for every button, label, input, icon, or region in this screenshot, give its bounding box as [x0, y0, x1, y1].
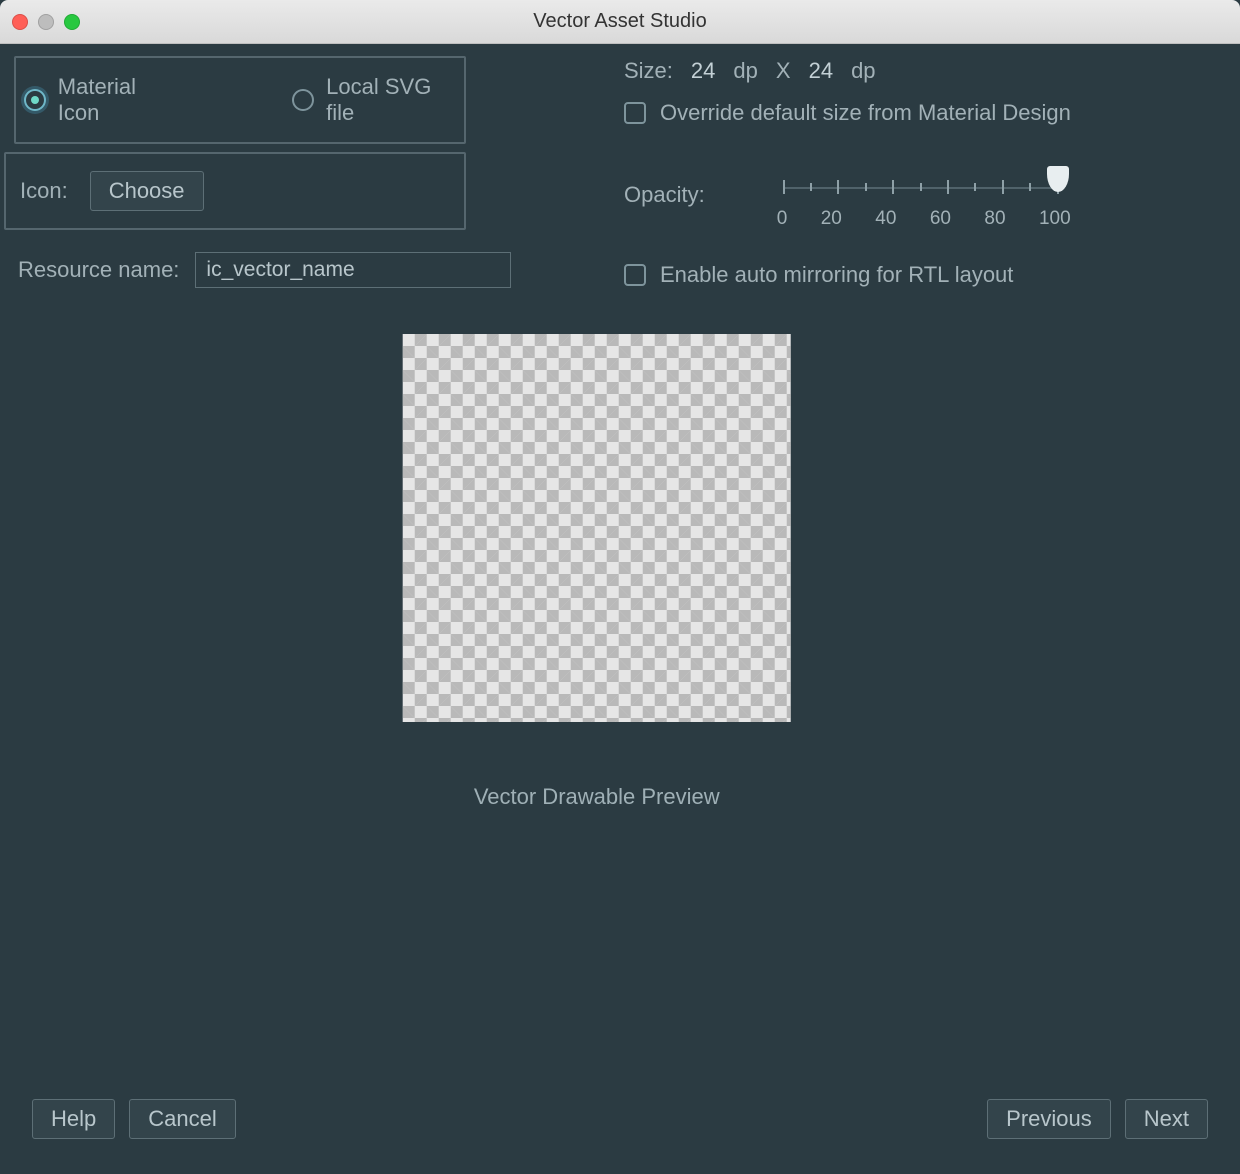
help-button[interactable]: Help	[32, 1099, 115, 1139]
preview-caption: Vector Drawable Preview	[403, 784, 791, 810]
radio-svg-label: Local SVG file	[326, 74, 464, 126]
slider-labels: 0 20 40 60 80 100	[777, 208, 1071, 230]
override-size-checkbox[interactable]	[624, 102, 646, 124]
slider-ticks	[783, 180, 1059, 194]
radio-local-svg[interactable]: Local SVG file	[292, 74, 464, 126]
preview-canvas	[403, 334, 791, 722]
resource-name-row: Resource name:	[18, 252, 511, 288]
radio-circle-icon	[24, 89, 46, 111]
radio-material-icon[interactable]: Material Icon	[24, 74, 182, 126]
resource-name-label: Resource name:	[18, 257, 179, 283]
size-label: Size:	[624, 58, 673, 84]
tick-100: 100	[1039, 208, 1071, 230]
size-unit1: dp	[733, 58, 757, 84]
radio-material-label: Material Icon	[58, 74, 183, 126]
icon-choose-group: Icon: Choose	[4, 152, 466, 230]
override-size-row: Override default size from Material Desi…	[624, 100, 1094, 126]
size-sep: X	[776, 58, 791, 84]
resource-name-input[interactable]	[195, 252, 511, 288]
titlebar: Vector Asset Studio	[0, 0, 1240, 44]
opacity-slider[interactable]: 0 20 40 60 80 100	[783, 174, 1059, 230]
override-size-label: Override default size from Material Desi…	[660, 100, 1071, 126]
rtl-mirror-label: Enable auto mirroring for RTL layout	[660, 262, 1013, 288]
zoom-icon[interactable]	[64, 14, 80, 30]
tick-0: 0	[777, 208, 788, 230]
size-unit2: dp	[851, 58, 875, 84]
next-button[interactable]: Next	[1125, 1099, 1208, 1139]
window-controls	[0, 14, 80, 30]
opacity-row: Opacity: 0 20 40	[624, 174, 1094, 230]
vector-asset-studio-window: Vector Asset Studio Material Icon Local …	[0, 0, 1240, 1174]
close-icon[interactable]	[12, 14, 28, 30]
window-title: Vector Asset Studio	[0, 10, 1240, 33]
preview-area: Vector Drawable Preview	[403, 334, 791, 810]
source-type-group: Material Icon Local SVG file	[14, 56, 466, 144]
choose-button[interactable]: Choose	[90, 171, 204, 211]
size-height: 24	[809, 58, 833, 84]
previous-button[interactable]: Previous	[987, 1099, 1111, 1139]
rtl-mirror-row: Enable auto mirroring for RTL layout	[624, 262, 1094, 288]
icon-label: Icon:	[20, 178, 68, 204]
size-width: 24	[691, 58, 715, 84]
minimize-icon[interactable]	[38, 14, 54, 30]
options-column: Size: 24 dp X 24 dp Override default siz…	[624, 58, 1094, 288]
tick-20: 20	[821, 208, 842, 230]
rtl-mirror-checkbox[interactable]	[624, 264, 646, 286]
opacity-label: Opacity:	[624, 182, 705, 208]
tick-40: 40	[875, 208, 896, 230]
content: Material Icon Local SVG file Icon: Choos…	[0, 44, 1240, 1082]
cancel-button[interactable]: Cancel	[129, 1099, 235, 1139]
tick-80: 80	[984, 208, 1005, 230]
footer: Help Cancel Previous Next	[0, 1082, 1240, 1174]
radio-circle-icon	[292, 89, 314, 111]
size-row: Size: 24 dp X 24 dp	[624, 58, 1094, 84]
tick-60: 60	[930, 208, 951, 230]
